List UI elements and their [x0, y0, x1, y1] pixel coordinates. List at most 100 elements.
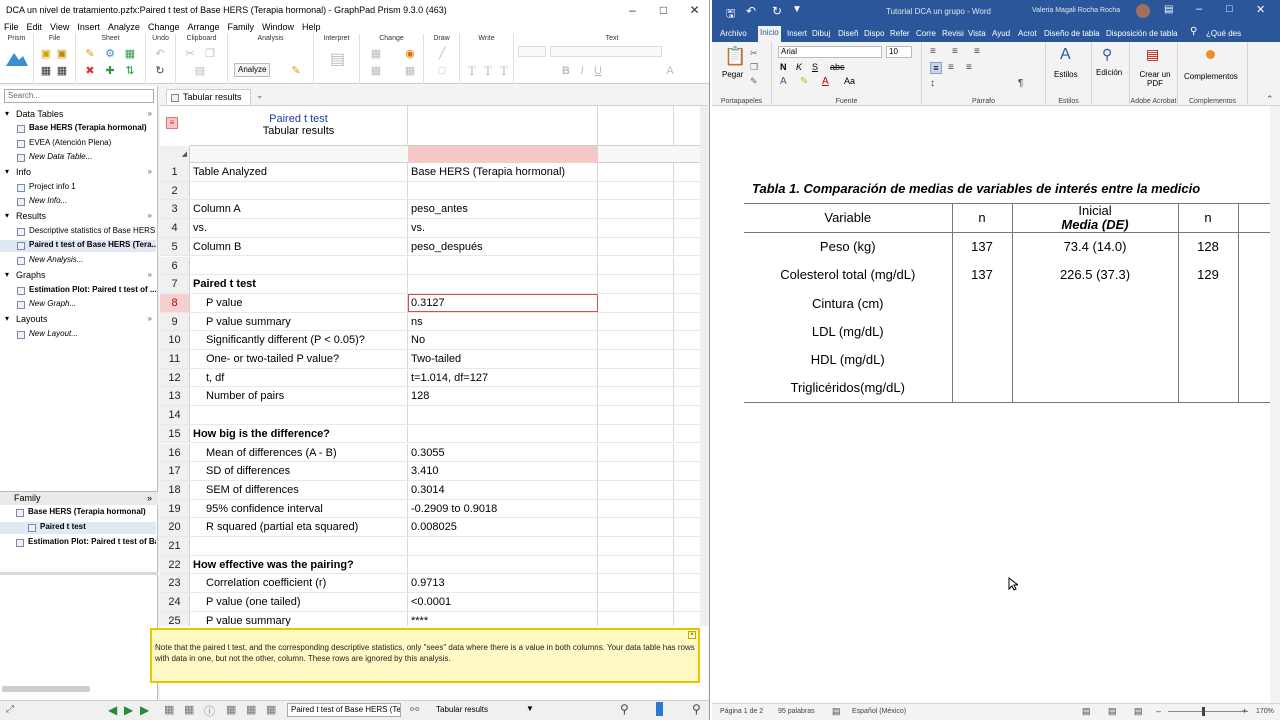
format-icon[interactable]: ▦: [370, 65, 382, 77]
addins-button[interactable]: Complementos: [1184, 72, 1238, 81]
table-cell[interactable]: [1011, 317, 1178, 346]
row-label[interactable]: 95% confidence interval: [190, 499, 408, 518]
row-value[interactable]: -0.2909 to 0.9018: [408, 499, 598, 518]
chevron-right-icon[interactable]: »: [148, 270, 152, 279]
styles-button[interactable]: Estilos: [1054, 70, 1078, 79]
row-value[interactable]: [408, 406, 598, 424]
empty-cell[interactable]: [598, 518, 674, 536]
row-number[interactable]: 14: [160, 406, 190, 424]
row-label[interactable]: One- or two-tailed P value?: [190, 350, 408, 368]
change-icon[interactable]: ▦: [370, 48, 382, 60]
row-value[interactable]: [408, 424, 598, 443]
collapse-icon[interactable]: ▾: [5, 314, 9, 323]
add-icon[interactable]: ✚: [104, 65, 116, 77]
row-number[interactable]: 16: [160, 443, 190, 462]
row-label[interactable]: [190, 181, 408, 200]
row-value[interactable]: [408, 537, 598, 555]
graph-view-icon[interactable]: ▦: [246, 703, 256, 716]
table-cell[interactable]: [951, 289, 1012, 318]
minimize-icon[interactable]: –: [617, 3, 648, 17]
empty-cell[interactable]: [598, 163, 674, 181]
table-row[interactable]: 8P value 0.3127: [160, 293, 708, 313]
empty-cell[interactable]: [598, 611, 674, 626]
table-row[interactable]: Triglicéridos(mg/dL): [744, 373, 1280, 403]
tab-vista[interactable]: Vista: [966, 27, 988, 42]
table-row[interactable]: 11 One- or two-tailed P value? Two-tailed: [160, 350, 708, 369]
avatar[interactable]: [1136, 4, 1150, 18]
view-table-icon[interactable]: ▦: [164, 703, 174, 716]
table-cell[interactable]: 137: [951, 260, 1012, 290]
multilevel-list-icon[interactable]: ≡: [974, 46, 980, 57]
row-label[interactable]: t, df: [190, 368, 408, 387]
menu-arrange[interactable]: Arrange: [183, 22, 223, 32]
close-icon[interactable]: ✕: [679, 3, 709, 17]
menu-window[interactable]: Window: [258, 22, 298, 32]
tab-inicio[interactable]: Inicio: [758, 26, 781, 42]
empty-cell[interactable]: [598, 331, 674, 349]
nav-item-base-hers[interactable]: Base HERS (Terapia hormonal): [0, 123, 156, 135]
row-label[interactable]: Column A: [190, 200, 408, 219]
zoom-in-icon[interactable]: ⚲: [692, 702, 701, 716]
nav-section-results[interactable]: ▾ Results»: [0, 211, 158, 223]
row-label[interactable]: Significantly different (P < 0.05)?: [190, 331, 408, 349]
row-label[interactable]: P value summary: [190, 312, 408, 331]
menu-file[interactable]: File: [0, 22, 23, 32]
pdf-icon[interactable]: ▤: [1146, 46, 1159, 63]
table-cell[interactable]: [951, 373, 1012, 403]
table-cell[interactable]: Peso (kg): [744, 233, 952, 261]
table-row[interactable]: Colesterol total (mg/dL) 137 226.5 (37.3) 1…: [744, 260, 1280, 290]
empty-cell[interactable]: [598, 387, 674, 406]
menu-view[interactable]: View: [46, 22, 73, 32]
tab-archivo[interactable]: Archivo: [718, 27, 749, 42]
info-icon[interactable]: ⓘ: [204, 703, 215, 719]
addins-icon[interactable]: [1206, 50, 1215, 59]
tab-correspondencia[interactable]: Corre: [914, 27, 938, 42]
header-variable[interactable]: Variable: [744, 203, 952, 233]
table-row[interactable]: 10 Significantly different (P < 0.05)? No: [160, 331, 708, 350]
table-cell[interactable]: Colesterol total (mg/dL): [744, 261, 952, 289]
row-label[interactable]: P value (one tailed): [190, 593, 408, 611]
chevron-right-icon[interactable]: »: [148, 167, 152, 176]
nav-item-evea[interactable]: EVEA (Atención Plena): [0, 138, 156, 150]
row-label[interactable]: Correlation coefficient (r): [190, 574, 408, 593]
table-cell[interactable]: 128: [1177, 232, 1238, 261]
row-label[interactable]: P value summary: [190, 611, 408, 626]
empty-cell[interactable]: [598, 219, 674, 237]
menu-analyze[interactable]: Analyze: [104, 22, 144, 32]
row-value[interactable]: 0.9713: [408, 574, 598, 593]
create-pdf-button[interactable]: Crear un PDF: [1136, 70, 1174, 88]
table-cell[interactable]: [1177, 289, 1238, 318]
paste-icon[interactable]: ▤: [194, 65, 206, 77]
cut-icon[interactable]: ✂: [184, 48, 196, 60]
table-cell[interactable]: [1011, 289, 1178, 318]
close-icon[interactable]: ✕: [1256, 3, 1265, 16]
table-row[interactable]: 23 Correlation coefficient (r) 0.9713: [160, 574, 708, 594]
family-item-paired-t-test[interactable]: Paired t test: [0, 522, 156, 534]
header-n-final[interactable]: n: [1177, 203, 1238, 233]
empty-cell[interactable]: [598, 537, 674, 555]
row-value[interactable]: 128: [408, 387, 598, 406]
row-value[interactable]: 0.3055: [408, 443, 598, 462]
next-sheet-icon[interactable]: ▶: [124, 703, 133, 717]
bold-icon[interactable]: B: [560, 65, 572, 77]
row-label[interactable]: R squared (partial eta squared): [190, 518, 408, 536]
table-row[interactable]: 19 95% confidence interval -0.2909 to 0.90…: [160, 499, 708, 519]
zoom-level[interactable]: 170%: [1256, 708, 1274, 715]
new-sheet-icon[interactable]: ✎: [84, 48, 96, 60]
nav-item-new-data-table[interactable]: New Data Table...: [0, 152, 156, 164]
empty-cell[interactable]: [598, 555, 674, 574]
link-icon[interactable]: ⚯: [410, 703, 419, 716]
italic-icon[interactable]: I: [576, 65, 588, 77]
zoom-slider[interactable]: [1168, 711, 1248, 712]
table-row[interactable]: HDL (mg/dL): [744, 345, 1280, 374]
row-value[interactable]: ns: [408, 312, 598, 331]
read-mode-icon[interactable]: ▤: [1082, 706, 1091, 717]
chevron-right-icon[interactable]: »: [148, 211, 152, 220]
table-cell[interactable]: 137: [951, 232, 1012, 261]
row-label[interactable]: Number of pairs: [190, 387, 408, 406]
redo-icon[interactable]: ↻: [772, 4, 782, 18]
save-icon[interactable]: ▦: [40, 65, 52, 77]
row-label[interactable]: P value: [190, 293, 408, 312]
vertical-scrollbar[interactable]: [1270, 106, 1280, 703]
paste-icon[interactable]: 📋: [724, 46, 746, 67]
